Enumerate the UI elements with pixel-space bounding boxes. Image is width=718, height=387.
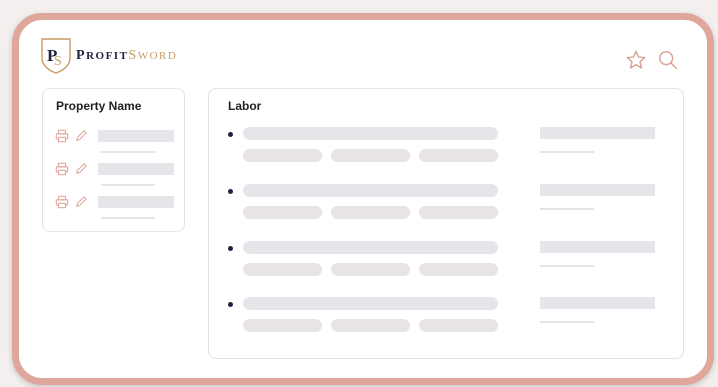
property-row [55,195,179,219]
bullet-icon [228,302,233,307]
placeholder-pill [331,206,410,219]
placeholder-pill [331,149,410,162]
pencil-icon[interactable] [74,195,88,214]
pencil-icon[interactable] [74,162,88,181]
placeholder-bar [98,163,174,175]
placeholder-bar [540,241,655,253]
placeholder-line [101,184,155,186]
placeholder-pill [331,319,410,332]
placeholder-pill [243,206,322,219]
placeholder-pill [331,263,410,276]
labor-panel: Labor [208,88,684,359]
shield-logo-icon: P S [41,38,71,74]
pencil-icon[interactable] [74,129,88,148]
property-row [55,162,179,186]
placeholder-pill [419,149,498,162]
labor-panel-title: Labor [228,99,262,113]
placeholder-bar [243,241,498,254]
printer-icon[interactable] [55,195,69,214]
placeholder-pill [243,263,322,276]
printer-icon[interactable] [55,129,69,148]
placeholder-pill [419,206,498,219]
placeholder-line [540,321,594,323]
svg-text:S: S [54,54,62,69]
bullet-icon [228,189,233,194]
placeholder-bar [98,130,174,142]
property-row [55,129,179,153]
labor-list-item[interactable] [209,184,683,224]
placeholder-pill [419,319,498,332]
placeholder-pill [243,149,322,162]
labor-list-item[interactable] [209,241,683,281]
labor-list-item[interactable] [209,297,683,337]
printer-icon[interactable] [55,162,69,181]
placeholder-bar [540,184,655,196]
placeholder-line [540,151,594,153]
search-icon[interactable] [657,49,679,76]
labor-list-item[interactable] [209,127,683,167]
app-frame: P S PROFIT SWORD Property Name Labor [12,13,714,385]
placeholder-bar [243,297,498,310]
placeholder-pill [419,263,498,276]
property-panel: Property Name [42,88,185,232]
placeholder-bar [540,127,655,139]
brand-logo[interactable]: P S PROFIT SWORD [41,38,177,74]
star-icon[interactable] [625,49,647,76]
placeholder-bar [243,127,498,140]
placeholder-bar [540,297,655,309]
placeholder-pill [243,319,322,332]
placeholder-line [101,217,155,219]
header-actions [625,49,679,76]
placeholder-line [540,265,594,267]
placeholder-line [101,151,155,153]
placeholder-line [540,208,594,210]
placeholder-bar [243,184,498,197]
property-panel-title: Property Name [56,99,142,113]
placeholder-bar [98,196,174,208]
brand-name: PROFIT SWORD [76,48,178,63]
bullet-icon [228,132,233,137]
bullet-icon [228,246,233,251]
